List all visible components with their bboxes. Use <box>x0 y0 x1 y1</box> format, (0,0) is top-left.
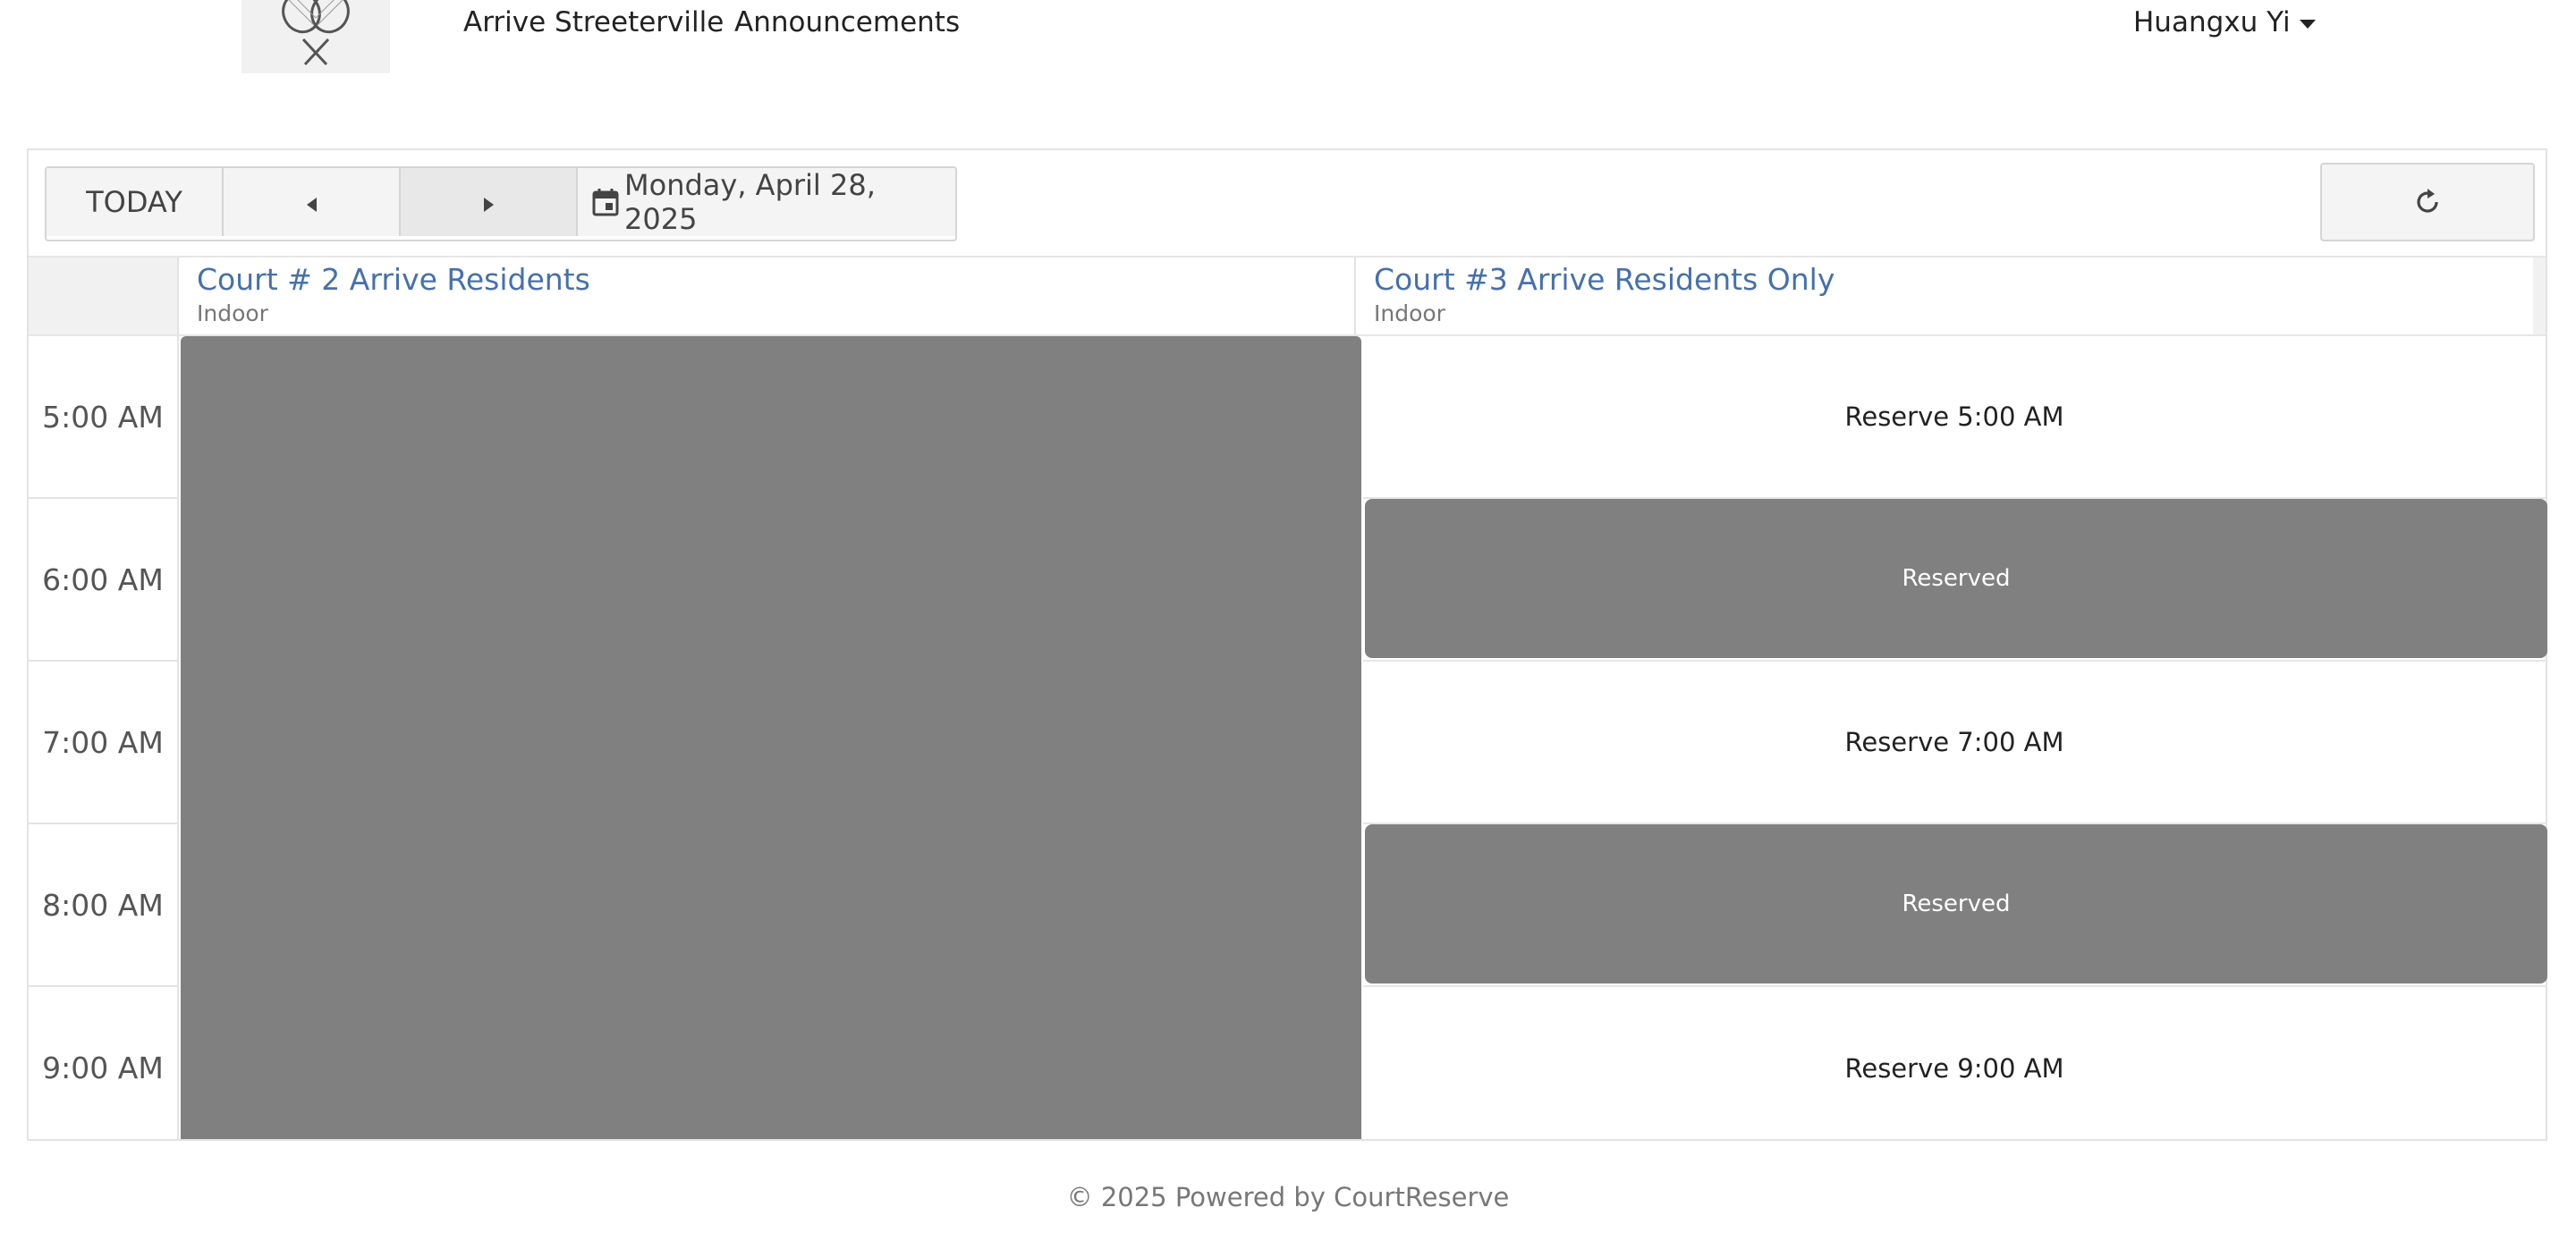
reserve-slot-button[interactable]: Reserve 7:00 AM <box>1363 662 2546 824</box>
court-name-link[interactable]: Court #3 Arrive Residents Only <box>1374 259 2533 300</box>
today-button[interactable]: TODAY <box>47 168 224 236</box>
calendar-icon <box>592 188 619 216</box>
club-logo[interactable] <box>242 0 390 73</box>
previous-day-button[interactable] <box>224 168 401 236</box>
reserved-block[interactable]: Reserved <box>1365 499 2547 658</box>
time-label: 5:00 AM <box>29 336 177 499</box>
caret-down-icon <box>2299 19 2316 29</box>
reserve-slot-button[interactable]: Reserve 5:00 AM <box>1363 336 2546 499</box>
time-header-corner <box>29 257 179 334</box>
top-navbar: Arrive Streeterville Announcements Huang… <box>0 0 2576 80</box>
court-3-column: Reserve 5:00 AM Reserve 7:00 AM Reserve … <box>1363 336 2546 1139</box>
court-header-row: Court # 2 Arrive Residents Indoor Court … <box>29 257 2546 336</box>
tennis-rackets-logo-icon <box>282 0 350 66</box>
court-name-link[interactable]: Court # 2 Arrive Residents <box>197 259 1354 300</box>
reserved-block[interactable]: Reserved <box>1365 824 2547 984</box>
time-label: 9:00 AM <box>29 987 177 1139</box>
refresh-icon <box>2417 189 2438 213</box>
nav-link-announcements[interactable]: Announcements <box>734 4 960 41</box>
reserve-slot-button[interactable]: Reserve 9:00 AM <box>1363 987 2546 1139</box>
chevron-left-icon <box>306 198 317 212</box>
court-header-1: Court # 2 Arrive Residents Indoor <box>179 257 1356 334</box>
court-type-label: Indoor <box>1374 300 1445 326</box>
user-menu[interactable]: Huangxu Yi <box>2133 4 2316 41</box>
scheduler-toolbar: TODAY Monday, April 28, 2025 <box>29 150 2546 257</box>
court-2-unavailable-block <box>181 336 1361 1139</box>
date-picker-button[interactable]: Monday, April 28, 2025 <box>578 168 955 236</box>
next-day-button[interactable] <box>401 168 578 236</box>
user-name: Huangxu Yi <box>2133 6 2291 38</box>
time-label: 8:00 AM <box>29 824 177 987</box>
time-label: 6:00 AM <box>29 499 177 662</box>
court-header-2: Court #3 Arrive Residents Only Indoor <box>1356 257 2533 334</box>
date-navigation-group: TODAY Monday, April 28, 2025 <box>45 166 957 241</box>
refresh-button[interactable] <box>2320 163 2535 241</box>
nav-link-arrive-streeterville[interactable]: Arrive Streeterville <box>463 4 724 41</box>
time-column: 5:00 AM 6:00 AM 7:00 AM 8:00 AM 9:00 AM <box>29 336 179 1139</box>
selected-date-label: Monday, April 28, 2025 <box>624 168 876 236</box>
court-type-label: Indoor <box>197 300 268 326</box>
time-label: 7:00 AM <box>29 662 177 824</box>
time-grid: 5:00 AM 6:00 AM 7:00 AM 8:00 AM 9:00 AM … <box>29 336 2546 1139</box>
chevron-right-icon <box>483 198 494 212</box>
scrollbar-gutter <box>2533 257 2546 334</box>
footer-text: © 2025 Powered by CourtReserve <box>1066 1182 1510 1212</box>
